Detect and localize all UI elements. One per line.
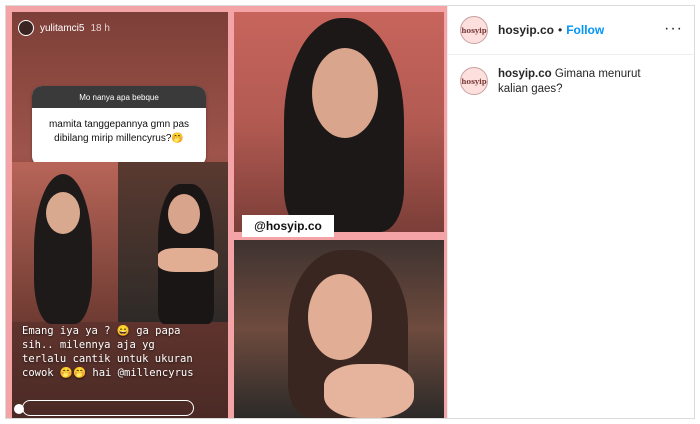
question-sticker: Mo nanya apa bebque mamita tanggepannya … — [32, 86, 206, 166]
story-caption: Emang iya ya ? 😄 ga papa sih.. milennya … — [22, 325, 194, 379]
story-reply-input — [22, 400, 194, 416]
question-header: Mo nanya apa bebque — [32, 86, 206, 108]
account-avatar[interactable]: hosyip — [460, 16, 488, 44]
caption-avatar[interactable]: hosyip — [460, 67, 488, 95]
instagram-post: yulitamci5 18 h Mo nanya apa bebque mami… — [5, 5, 695, 419]
story-time: 18 h — [90, 22, 110, 34]
caption-text: hosyip.co Gimana menurut kalian gaes? — [498, 67, 668, 97]
post-caption: hosyip hosyip.co Gimana menurut kalian g… — [448, 55, 694, 109]
follow-button[interactable]: Follow — [566, 23, 604, 37]
story-photo-left — [12, 162, 118, 324]
post-header: hosyip hosyip.co • Follow ··· — [448, 6, 694, 55]
photo-portrait — [234, 240, 444, 418]
question-answer: mamita tanggepannya gmn pas dibilang mir… — [48, 119, 190, 144]
story-header: yulitamci5 18 h — [18, 20, 110, 36]
caption-username[interactable]: hosyip.co — [498, 68, 552, 80]
story-photo-right — [118, 162, 228, 324]
story-avatar — [18, 20, 34, 36]
account-username[interactable]: hosyip.co — [498, 23, 554, 37]
separator-dot: • — [558, 23, 563, 37]
photo-hijab — [234, 12, 444, 232]
more-options-icon[interactable]: ··· — [664, 20, 683, 38]
story-screenshot: yulitamci5 18 h Mo nanya apa bebque mami… — [12, 12, 228, 418]
post-sidebar: hosyip hosyip.co • Follow ··· hosyip hos… — [447, 6, 694, 418]
watermark-label: @hosyip.co — [242, 215, 334, 237]
story-username: yulitamci5 — [40, 22, 85, 34]
post-media[interactable]: yulitamci5 18 h Mo nanya apa bebque mami… — [6, 6, 447, 418]
